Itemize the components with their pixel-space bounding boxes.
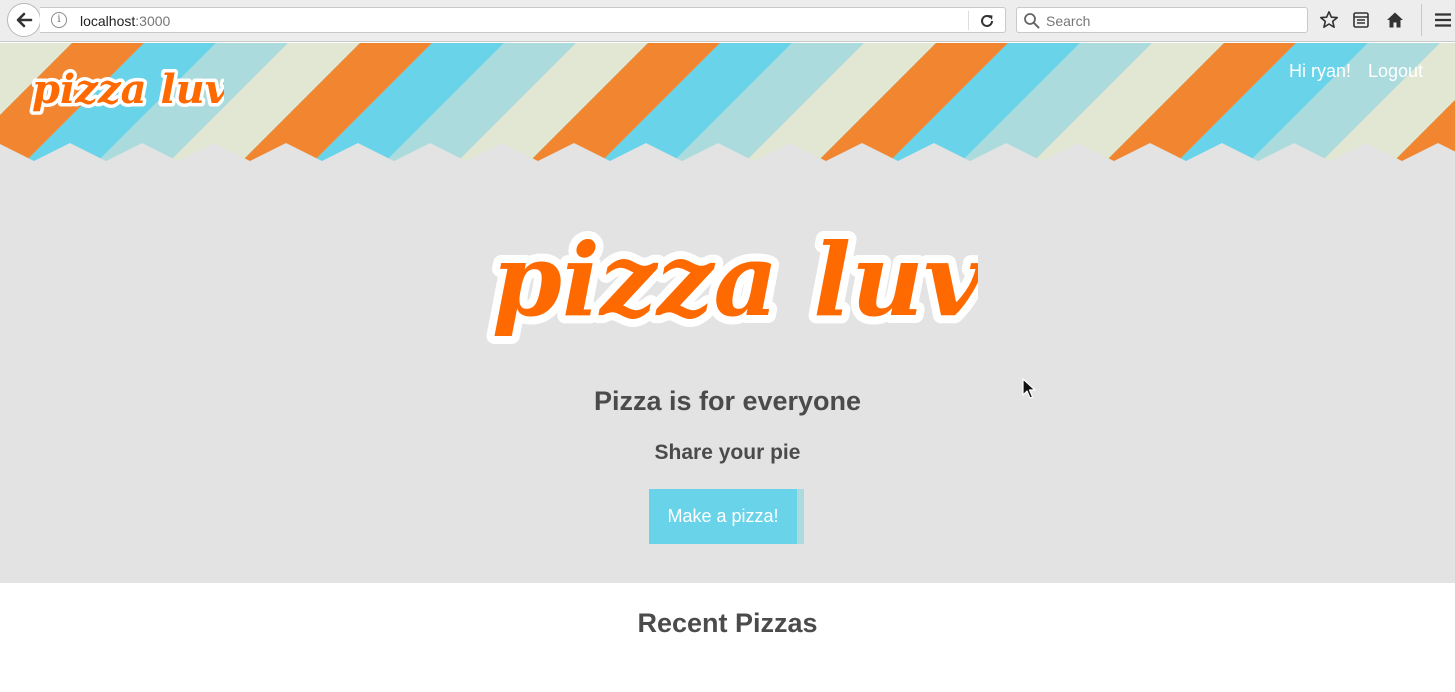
button-accent	[797, 489, 804, 544]
make-pizza-button[interactable]: Make a pizza!	[649, 489, 797, 544]
hero-logo-text: pizza luvrs	[492, 221, 978, 339]
hero-subtagline: Share your pie	[654, 441, 801, 464]
user-greeting: Hi ryan!	[1289, 61, 1352, 81]
search-icon	[1024, 13, 1040, 29]
header-logo[interactable]: pizza luvrs	[24, 53, 225, 123]
url-separator	[968, 11, 969, 30]
back-button[interactable]	[7, 3, 41, 37]
hero-section: pizza luvrs Hi ryan! Logout pizza luvrs …	[0, 43, 1455, 583]
reload-icon[interactable]	[977, 11, 997, 31]
menu-icon[interactable]	[1432, 9, 1454, 31]
mouse-cursor-icon	[1022, 378, 1036, 399]
url-text: localhost:3000	[80, 13, 171, 29]
hero-logo: pizza luvrs	[484, 213, 978, 347]
search-field[interactable]: Search	[1016, 7, 1308, 33]
search-placeholder: Search	[1046, 13, 1091, 29]
header-logo-text: pizza luvrs	[32, 66, 224, 113]
back-arrow-icon	[16, 12, 33, 28]
logout-link[interactable]: Logout	[1368, 61, 1423, 82]
page-content: pizza luvrs Hi ryan! Logout pizza luvrs …	[0, 43, 1455, 692]
recent-pizzas-title: Recent Pizzas	[637, 608, 818, 638]
bookmark-star-icon[interactable]	[1318, 9, 1340, 31]
toolbar-divider	[1421, 4, 1422, 36]
hero-tagline: Pizza is for everyone	[593, 386, 862, 416]
browser-toolbar: i localhost:3000 Search	[0, 0, 1455, 42]
info-icon[interactable]: i	[51, 12, 67, 28]
url-bar[interactable]: i localhost:3000	[40, 7, 1006, 33]
home-icon[interactable]	[1384, 9, 1406, 31]
reading-list-icon[interactable]	[1350, 9, 1372, 31]
